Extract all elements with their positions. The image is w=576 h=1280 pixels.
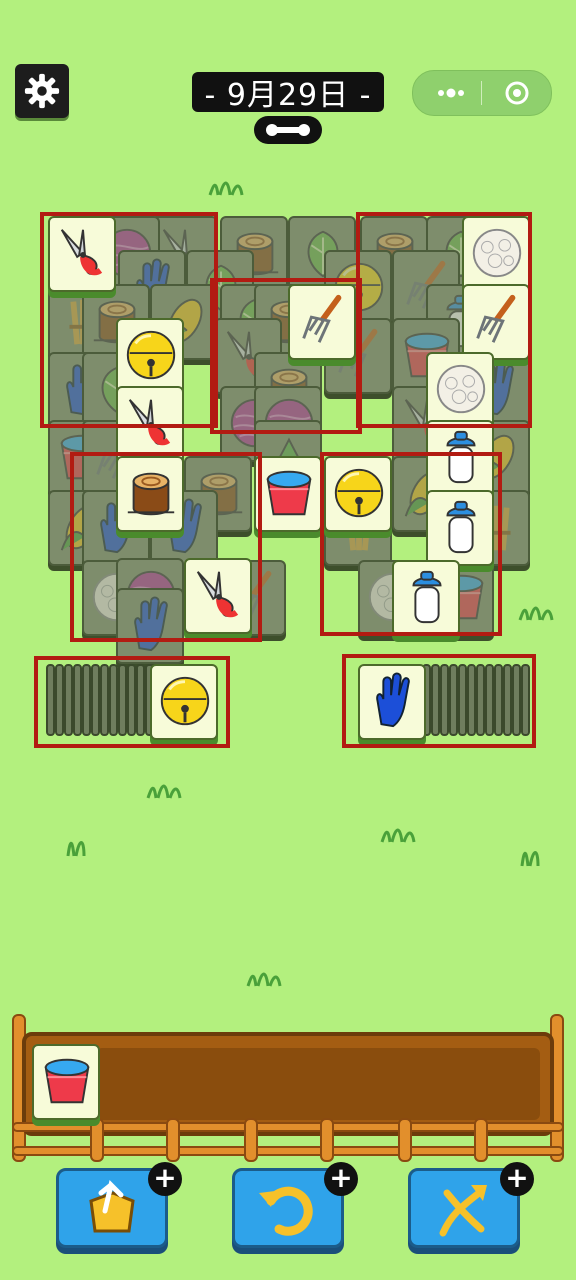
grass-icon <box>66 841 86 857</box>
add-undo-button[interactable]: + <box>324 1162 358 1196</box>
grass-icon <box>146 784 182 799</box>
grass-icon <box>246 972 282 987</box>
settings-button[interactable] <box>15 64 69 118</box>
tile-red-bucket[interactable] <box>254 456 322 532</box>
highlight-box <box>320 452 502 636</box>
highlight-box <box>70 452 262 642</box>
add-shuffle-button[interactable]: + <box>500 1162 534 1196</box>
close-miniprogram-icon[interactable] <box>499 79 535 107</box>
highlight-box <box>34 656 230 748</box>
progress-bone-icon <box>254 116 322 144</box>
highlight-box <box>342 654 536 748</box>
grass-icon <box>518 606 554 621</box>
highlight-box <box>210 278 362 434</box>
miniprogram-capsule <box>412 70 552 116</box>
gear-icon <box>24 73 60 109</box>
add-move-out-button[interactable]: + <box>148 1162 182 1196</box>
highlight-box <box>356 212 532 428</box>
more-menu-icon[interactable] <box>427 79 475 107</box>
grass-icon <box>520 851 540 867</box>
tray-slot-red-bucket <box>32 1044 100 1120</box>
grass-icon <box>380 828 416 843</box>
highlight-box <box>40 212 218 428</box>
grass-icon <box>208 181 244 196</box>
date-label: - 9月29日 - <box>192 72 384 113</box>
